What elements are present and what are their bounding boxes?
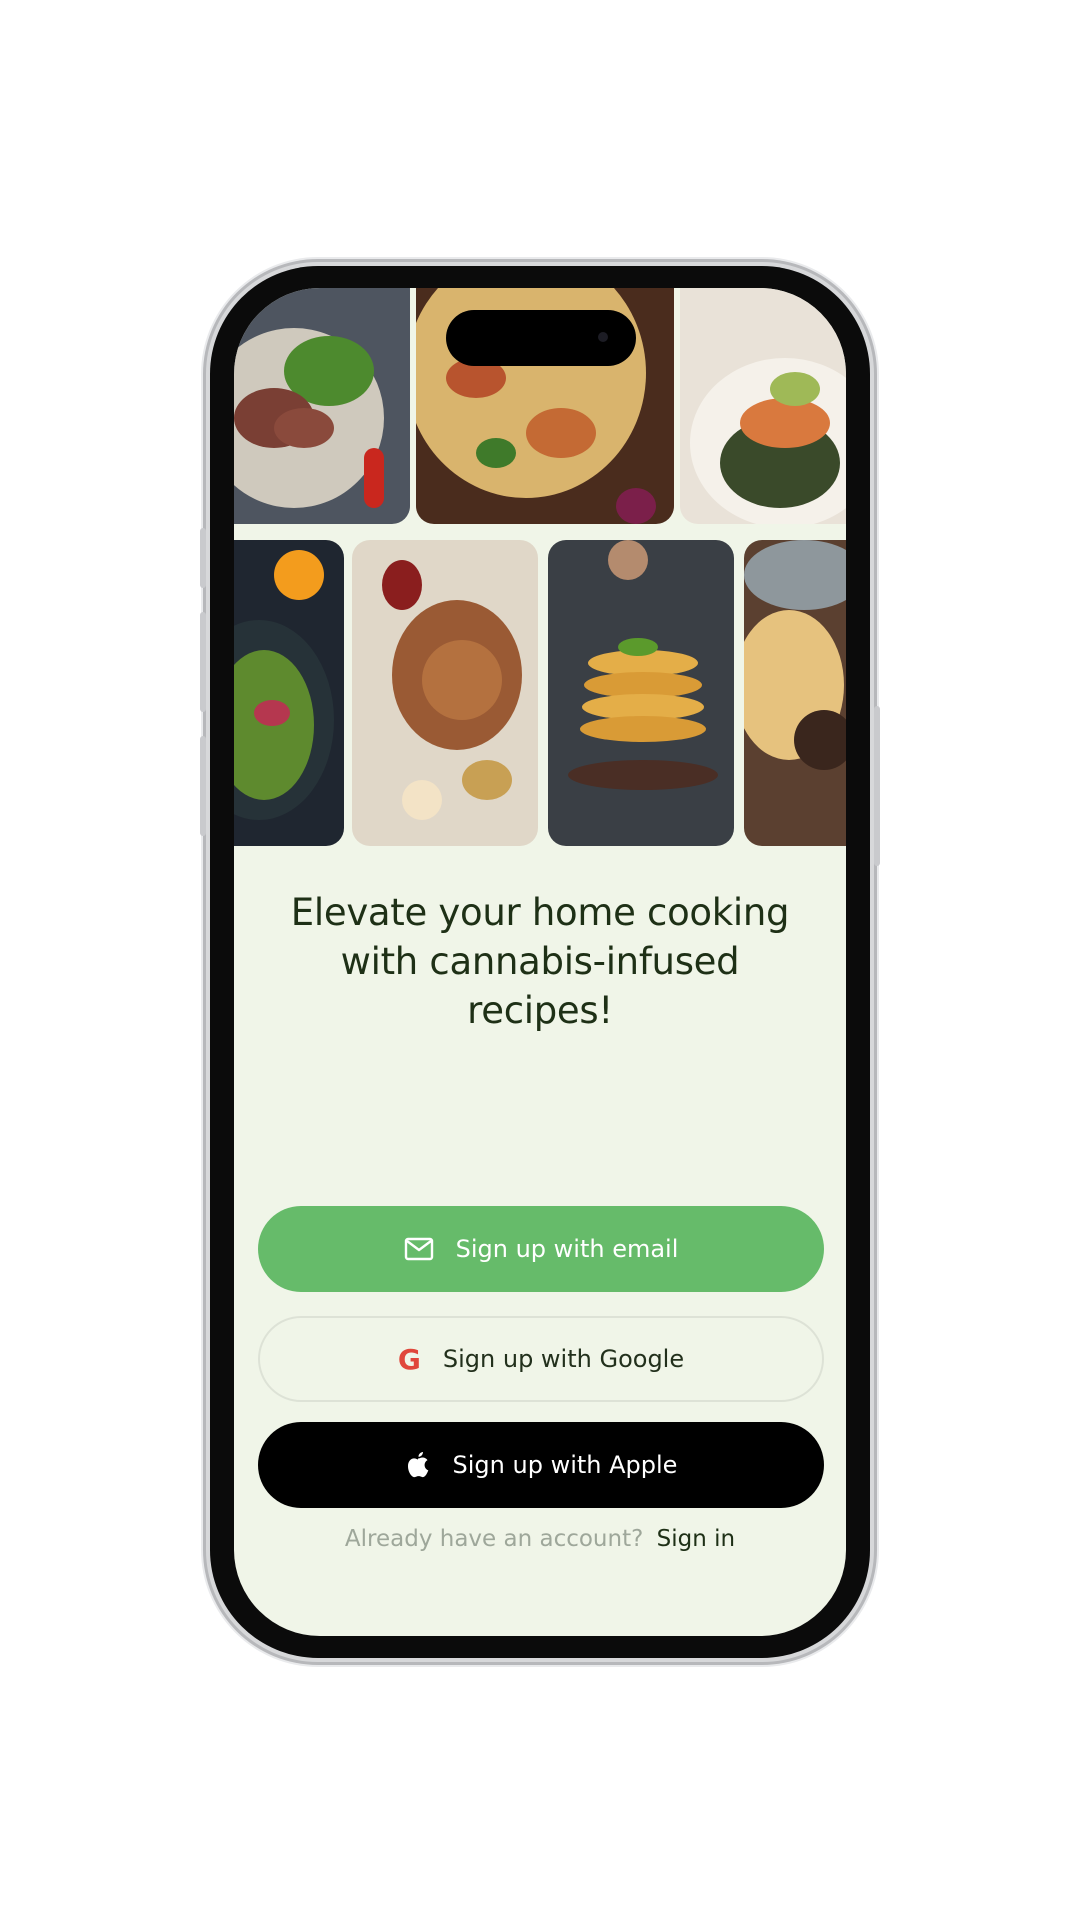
salad-photo <box>234 540 344 846</box>
sign-up-google-button[interactable]: G Sign up with Google <box>258 1316 824 1402</box>
sign-up-apple-button[interactable]: Sign up with Apple <box>258 1422 824 1508</box>
mail-icon <box>404 1237 433 1261</box>
pastry-photo <box>744 540 846 846</box>
pancakes-photo <box>548 540 734 846</box>
volume-up-button <box>200 612 206 712</box>
sign-in-prompt: Already have an account? Sign in <box>234 1526 846 1552</box>
volume-down-button <box>200 736 206 836</box>
power-button <box>874 706 880 866</box>
app-screen: Elevate your home cooking with cannabis-… <box>234 288 846 1636</box>
action-button <box>200 528 206 588</box>
phone-frame: Elevate your home cooking with cannabis-… <box>200 266 880 1658</box>
sign-up-apple-label: Sign up with Apple <box>452 1451 678 1479</box>
grilled-skewers-photo <box>352 540 538 846</box>
dynamic-island <box>446 310 636 366</box>
salmon-photo <box>680 288 846 524</box>
sign-in-link[interactable]: Sign in <box>657 1526 735 1552</box>
page-title: Elevate your home cooking with cannabis-… <box>290 891 790 1032</box>
apple-icon <box>407 1452 428 1478</box>
sign-up-email-label: Sign up with email <box>455 1235 679 1263</box>
sign-up-email-button[interactable]: Sign up with email <box>258 1206 824 1292</box>
already-account-text: Already have an account? <box>344 1526 644 1552</box>
sign-up-google-label: Sign up with Google <box>442 1345 685 1373</box>
steak-salad-photo <box>234 288 410 524</box>
google-icon: G <box>397 1342 421 1376</box>
